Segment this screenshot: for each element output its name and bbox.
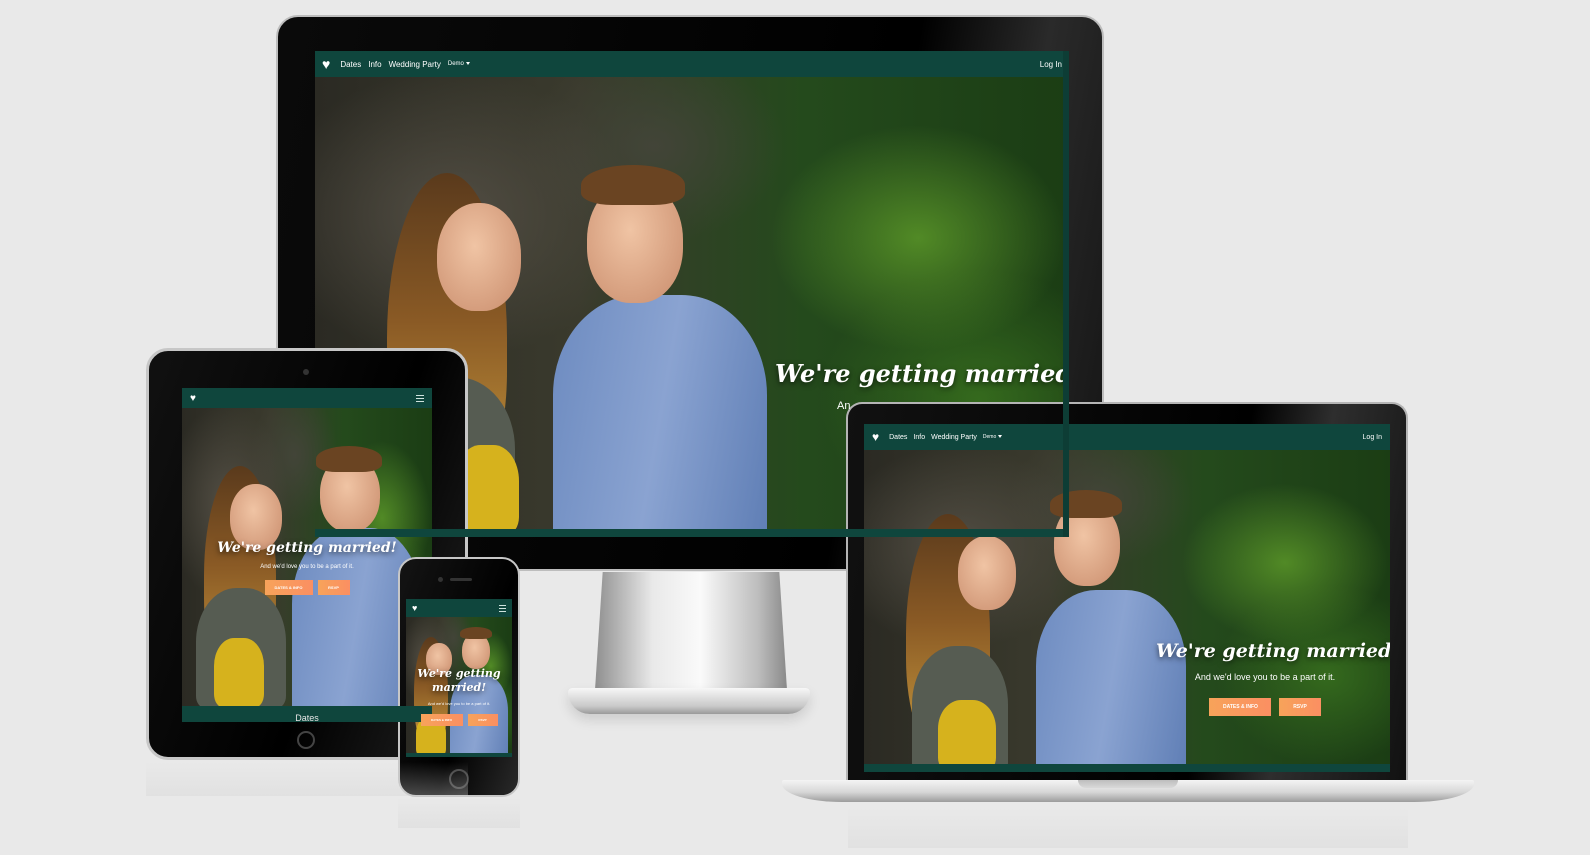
rsvp-button[interactable]: RSVP xyxy=(317,580,350,595)
scrollbar[interactable] xyxy=(1063,51,1069,537)
hero-title: We're getting married! xyxy=(1156,640,1390,662)
hero-title: We're getting married! xyxy=(217,540,397,556)
nav-dropdown-label: Demo xyxy=(447,61,464,67)
navbar: ♥ xyxy=(406,599,512,617)
man-shirt xyxy=(553,295,767,537)
man-hair xyxy=(1050,490,1122,518)
nav-dropdown-label: Demo xyxy=(982,434,997,440)
woman-face xyxy=(958,536,1016,610)
dates-info-button[interactable]: Dates & Info xyxy=(1209,698,1271,716)
hero-buttons: Dates & Info RSVP xyxy=(182,580,432,595)
hero-text: We're getting married! And we'd love you… xyxy=(182,540,432,595)
hero-subtitle-partial: An xyxy=(837,400,851,412)
hero-text: We're getting married! And we'd love you… xyxy=(1156,640,1390,716)
nav-link-dates[interactable]: Dates xyxy=(889,434,907,441)
caret-down-icon xyxy=(465,61,470,65)
section-strip: Dates xyxy=(182,706,432,722)
dates-section-heading: Dates xyxy=(295,713,319,722)
woman-face xyxy=(437,203,521,311)
nav-dropdown-demo[interactable]: Demo xyxy=(448,61,470,67)
hero-buttons: Dates & Info RSVP xyxy=(406,714,512,726)
hamburger-icon[interactable] xyxy=(416,393,424,404)
laptop-mockup: ♥ Dates Info Wedding Party Demo Log In W… xyxy=(782,402,1474,806)
laptop-screen: ♥ Dates Info Wedding Party Demo Log In W… xyxy=(864,424,1390,772)
tablet-camera xyxy=(303,369,309,375)
phone-camera xyxy=(438,577,443,582)
rsvp-button[interactable]: RSVP xyxy=(1279,698,1321,716)
tablet-reflection xyxy=(146,762,468,796)
hero-text: We're getting married! An xyxy=(775,359,1069,412)
section-strip xyxy=(406,753,512,757)
rsvp-button[interactable]: RSVP xyxy=(467,714,498,726)
nav-link-info[interactable]: Info xyxy=(368,60,381,69)
nav-link-wedding-party[interactable]: Wedding Party xyxy=(389,60,441,69)
man-hair xyxy=(316,446,382,472)
man-hair xyxy=(460,627,492,639)
woman-yellow-sleeve xyxy=(214,638,264,708)
phone-reflection xyxy=(398,798,520,828)
hero-subtitle: And we'd love you to be a part of it. xyxy=(1194,672,1336,682)
navbar: ♥ Dates Info Wedding Party Demo Log In xyxy=(864,424,1390,450)
section-strip xyxy=(315,529,1069,537)
phone-screen: ♥ We're getting married! And we'd love y… xyxy=(406,599,512,757)
hero-subtitle: And we'd love you to be a part of it. xyxy=(427,701,491,706)
monitor-stand xyxy=(595,572,787,690)
nav-links: Dates Info Wedding Party Demo xyxy=(340,60,477,69)
laptop-notch xyxy=(1078,780,1178,788)
caret-down-icon xyxy=(998,435,1003,439)
heart-icon[interactable]: ♥ xyxy=(190,393,196,404)
monitor-foot xyxy=(568,688,810,714)
navbar: ♥ xyxy=(182,388,432,408)
navbar: ♥ Dates Info Wedding Party Demo Log In xyxy=(315,51,1069,77)
section-strip xyxy=(864,764,1390,772)
heart-icon[interactable]: ♥ xyxy=(322,56,330,72)
hamburger-icon[interactable] xyxy=(499,603,506,614)
dates-info-button[interactable]: Dates & Info xyxy=(420,714,463,726)
nav-link-wedding-party[interactable]: Wedding Party xyxy=(931,434,977,441)
hero-text: We're getting married! And we'd love you… xyxy=(406,667,512,726)
hero-couple-photo xyxy=(864,450,1390,772)
login-link[interactable]: Log In xyxy=(1040,60,1062,69)
nav-links: Dates Info Wedding Party Demo xyxy=(889,434,1008,441)
login-link[interactable]: Log In xyxy=(1363,434,1382,441)
woman-yellow-sleeve xyxy=(938,700,996,772)
laptop-reflection xyxy=(848,808,1408,848)
nav-dropdown-demo[interactable]: Demo xyxy=(982,434,1003,440)
tablet-screen: ♥ We're getting married! And we'd love y… xyxy=(182,388,432,722)
hero-title: We're getting married! xyxy=(417,667,501,694)
tablet-home-button xyxy=(297,731,315,749)
nav-link-info[interactable]: Info xyxy=(913,434,925,441)
nav-link-dates[interactable]: Dates xyxy=(340,60,361,69)
phone-speaker xyxy=(450,578,472,581)
hero-subtitle: And we'd love you to be a part of it. xyxy=(260,564,354,570)
heart-icon[interactable]: ♥ xyxy=(412,603,417,613)
heart-icon[interactable]: ♥ xyxy=(872,430,879,444)
hero-buttons: Dates & Info RSVP xyxy=(1156,698,1374,716)
dates-info-button[interactable]: Dates & Info xyxy=(264,580,313,595)
man-hair xyxy=(581,165,685,205)
hero-title: We're getting married! xyxy=(775,359,1069,388)
